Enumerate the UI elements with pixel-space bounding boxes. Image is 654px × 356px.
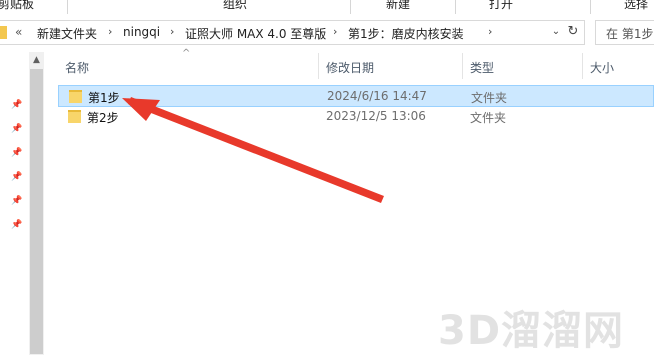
scrollbar-thumb[interactable] — [30, 69, 43, 354]
column-header-name[interactable]: 名称 — [65, 53, 318, 79]
file-type: 文件夹 — [471, 91, 508, 105]
column-modified-label: 修改日期 — [326, 61, 375, 75]
pin-icon: 📌 — [11, 220, 23, 230]
ribbon-group-labels: 剪贴板 组织 新建 打开 选择 — [0, 0, 654, 18]
file-modified-date: 2023/12/5 13:06 — [326, 109, 426, 123]
address-bar[interactable]: « 新建文件夹 › ningqi › 证照大师 MAX 4.0 至尊版 › 第1… — [0, 20, 585, 45]
ribbon-group-organize: 组织 — [223, 0, 248, 11]
pin-icon: 📌 — [11, 172, 23, 182]
ribbon-group-select: 选择 — [624, 0, 649, 11]
search-box[interactable]: 在 第1步 — [595, 20, 654, 45]
pin-icon: 📌 — [11, 124, 23, 134]
column-header-modified[interactable]: 修改日期 — [326, 53, 460, 79]
chevron-right-icon[interactable]: › — [488, 25, 492, 38]
scroll-up-icon[interactable]: ▲ — [29, 52, 44, 68]
pin-icon: 📌 — [11, 100, 23, 110]
breadcrumb-zhengzhao[interactable]: 证照大师 MAX 4.0 至尊版 — [185, 25, 326, 42]
breadcrumb-step1[interactable]: 第1步：磨皮内核安装 — [348, 25, 464, 42]
pin-icon: 📌 — [11, 196, 23, 206]
watermark-logo: 3D溜溜网 — [438, 308, 625, 354]
column-header-type[interactable]: 类型 — [470, 53, 580, 79]
chevron-down-icon[interactable]: ⌄ — [548, 24, 564, 40]
ribbon-separator — [590, 0, 591, 14]
search-placeholder: 在 第1步 — [606, 27, 654, 41]
column-type-label: 类型 — [470, 61, 495, 75]
breadcrumb-ningqi[interactable]: ningqi — [123, 25, 160, 39]
breadcrumb-overflow[interactable]: « — [15, 25, 22, 39]
breadcrumb-new-folder[interactable]: 新建文件夹 — [37, 25, 97, 42]
folder-icon — [69, 90, 82, 103]
ribbon-separator — [455, 0, 456, 14]
ribbon-separator — [350, 0, 351, 14]
folder-icon — [68, 110, 81, 123]
column-size-label: 大小 — [590, 61, 615, 75]
file-row-step1[interactable]: 第1步 2024/6/16 14:47 文件夹 — [58, 85, 654, 107]
file-modified-date: 2024/6/16 14:47 — [327, 89, 427, 103]
refresh-icon[interactable]: ↻ — [564, 23, 582, 41]
column-divider[interactable] — [318, 53, 319, 79]
chevron-right-icon[interactable]: › — [170, 25, 174, 38]
file-type: 文件夹 — [470, 111, 507, 125]
column-name-label: 名称 — [65, 61, 90, 75]
ribbon-group-new: 新建 — [386, 0, 411, 11]
column-divider[interactable] — [462, 53, 463, 79]
folder-icon — [0, 26, 7, 39]
ribbon-group-open: 打开 — [489, 0, 514, 11]
ribbon-group-clipboard: 剪贴板 — [0, 0, 35, 11]
file-row-step2[interactable]: 第2步 2023/12/5 13:06 文件夹 — [58, 106, 654, 128]
ribbon-separator — [67, 0, 68, 14]
pin-icon: 📌 — [11, 148, 23, 158]
file-name: 第1步 — [88, 91, 120, 105]
chevron-right-icon[interactable]: › — [333, 25, 337, 38]
column-header-size[interactable]: 大小 — [590, 53, 650, 79]
column-divider[interactable] — [582, 53, 583, 79]
chevron-right-icon[interactable]: › — [108, 25, 112, 38]
file-name: 第2步 — [87, 111, 119, 125]
